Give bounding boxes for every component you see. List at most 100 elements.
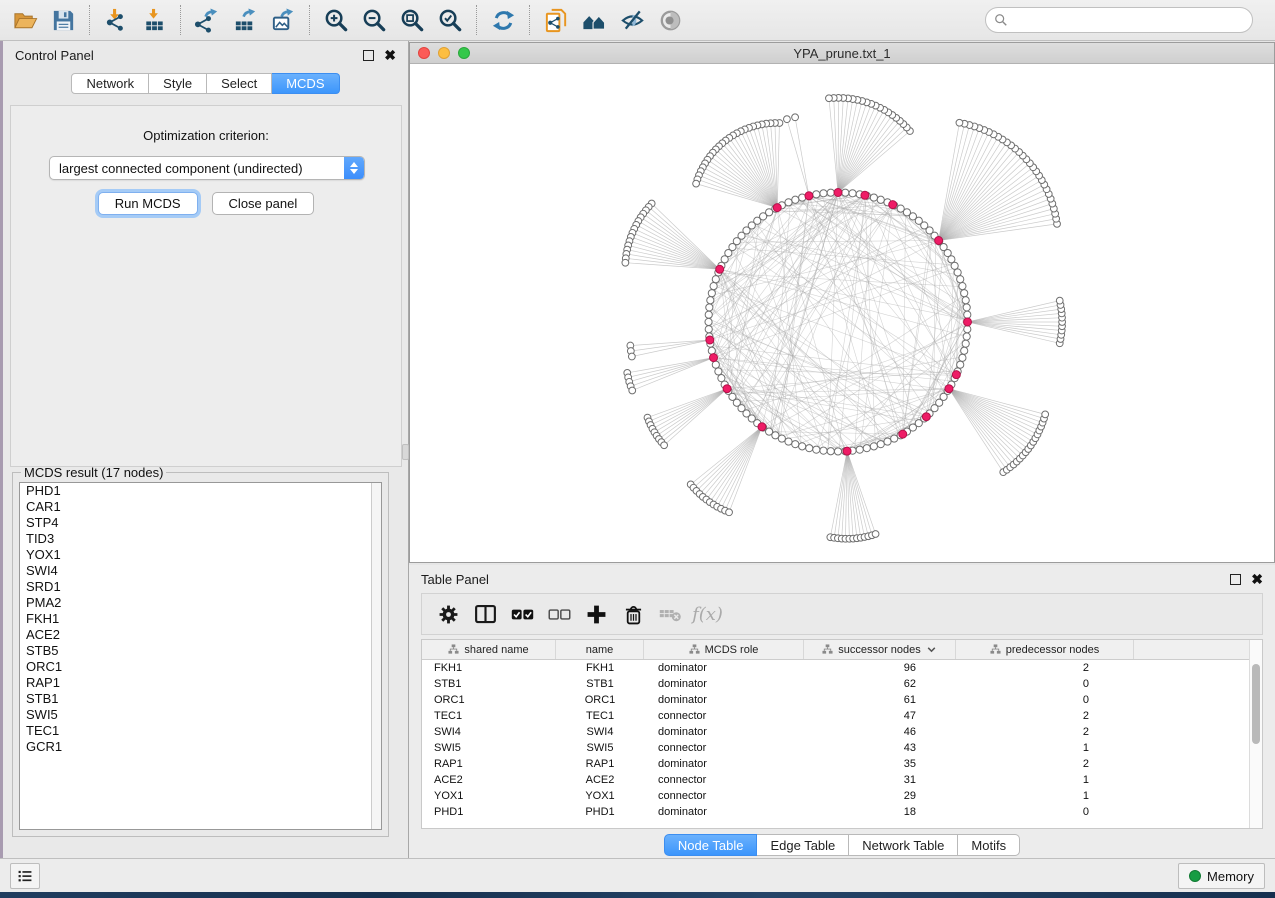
close-panel-icon[interactable]: ✖ — [384, 50, 396, 61]
network-graph — [410, 64, 1274, 562]
table-panel-title: Table Panel — [421, 572, 489, 587]
window-close-icon[interactable] — [418, 47, 430, 59]
network-window-titlebar[interactable]: YPA_prune.txt_1 — [410, 43, 1274, 64]
tab-edge-table[interactable]: Edge Table — [757, 834, 849, 856]
column-header-MCDS-role[interactable]: MCDS role — [644, 640, 804, 659]
tab-style[interactable]: Style — [149, 73, 207, 94]
window-minimize-icon[interactable] — [438, 47, 450, 59]
export-network-icon[interactable] — [188, 3, 226, 37]
tab-node-table[interactable]: Node Table — [664, 834, 758, 856]
table-row[interactable]: RAP1RAP1dominator352 — [422, 756, 1262, 772]
run-mcds-button[interactable]: Run MCDS — [98, 192, 198, 215]
table-cell: 0 — [956, 692, 1134, 708]
tab-select[interactable]: Select — [207, 73, 272, 94]
table-scrollbar-thumb[interactable] — [1252, 664, 1260, 744]
desktop-wallpaper-bottom — [0, 892, 1275, 898]
mcds-result-list[interactable]: PHD1CAR1STP4TID3YOX1SWI4SRD1PMA2FKH1ACE2… — [19, 482, 382, 830]
open-session-icon[interactable] — [6, 3, 44, 37]
table-cell: 29 — [804, 788, 956, 804]
table-panel-header: Table Panel ✖ — [409, 565, 1275, 593]
search-input[interactable] — [985, 7, 1253, 33]
apply-layout-icon[interactable] — [484, 3, 522, 37]
new-network-from-selection-icon[interactable] — [537, 3, 575, 37]
delete-columns-icon[interactable] — [615, 597, 652, 631]
table-cell: RAP1 — [422, 756, 556, 772]
mcds-node-item[interactable]: PHD1 — [20, 483, 381, 499]
mcds-node-item[interactable]: STB5 — [20, 643, 381, 659]
panel-splitter-handle[interactable] — [402, 444, 409, 460]
split-panel-icon[interactable] — [467, 597, 504, 631]
mcds-node-item[interactable]: SWI4 — [20, 563, 381, 579]
mcds-node-item[interactable]: GCR1 — [20, 739, 381, 755]
add-column-icon[interactable] — [578, 597, 615, 631]
tab-motifs[interactable]: Motifs — [958, 834, 1020, 856]
mcds-node-item[interactable]: YOX1 — [20, 547, 381, 563]
table-cell: 43 — [804, 740, 956, 756]
criterion-select[interactable]: largest connected component (undirected) — [49, 156, 365, 180]
export-image-icon[interactable] — [264, 3, 302, 37]
table-cell: 46 — [804, 724, 956, 740]
mcds-node-item[interactable]: STB1 — [20, 691, 381, 707]
table-row[interactable]: STB1STB1dominator620 — [422, 676, 1262, 692]
float-panel-icon[interactable] — [363, 50, 374, 61]
task-history-button[interactable] — [10, 863, 40, 889]
mcds-node-item[interactable]: SRD1 — [20, 579, 381, 595]
first-neighbors-icon[interactable] — [575, 3, 613, 37]
show-details-icon[interactable] — [651, 3, 689, 37]
mcds-node-item[interactable]: SWI5 — [20, 707, 381, 723]
select-all-rows-icon[interactable] — [504, 597, 541, 631]
column-settings-icon[interactable] — [430, 597, 467, 631]
table-cell: TEC1 — [422, 708, 556, 724]
import-network-file-icon[interactable] — [97, 3, 135, 37]
float-table-panel-icon[interactable] — [1230, 574, 1241, 585]
unselect-all-rows-icon[interactable] — [541, 597, 578, 631]
import-table-file-icon[interactable] — [135, 3, 173, 37]
table-cell: ACE2 — [556, 772, 644, 788]
table-cell: 96 — [804, 660, 956, 676]
table-cell: connector — [644, 788, 804, 804]
table-row[interactable]: TEC1TEC1connector472 — [422, 708, 1262, 724]
zoom-fit-icon[interactable] — [393, 3, 431, 37]
column-header-shared-name[interactable]: shared name — [422, 640, 556, 659]
table-scrollbar[interactable] — [1249, 640, 1262, 828]
column-header-name[interactable]: name — [556, 640, 644, 659]
column-header-successor-nodes[interactable]: successor nodes — [804, 640, 956, 659]
mcds-node-item[interactable]: CAR1 — [20, 499, 381, 515]
save-session-icon[interactable] — [44, 3, 82, 37]
column-header-filler — [1134, 640, 1262, 659]
close-panel-button[interactable]: Close panel — [212, 192, 315, 215]
table-row[interactable]: ACE2ACE2connector311 — [422, 772, 1262, 788]
memory-button[interactable]: Memory — [1178, 863, 1265, 889]
mcds-node-item[interactable]: TEC1 — [20, 723, 381, 739]
network-window-title: YPA_prune.txt_1 — [793, 46, 890, 61]
network-canvas[interactable] — [410, 64, 1274, 562]
close-table-panel-icon[interactable]: ✖ — [1251, 574, 1263, 585]
mcds-node-item[interactable]: ORC1 — [20, 659, 381, 675]
mcds-node-item[interactable]: FKH1 — [20, 611, 381, 627]
mcds-list-scrollbar[interactable] — [371, 483, 381, 829]
tab-mcds[interactable]: MCDS — [272, 73, 339, 94]
mcds-node-item[interactable]: TID3 — [20, 531, 381, 547]
window-maximize-icon[interactable] — [458, 47, 470, 59]
tab-network[interactable]: Network — [71, 73, 149, 94]
table-row[interactable]: ORC1ORC1dominator610 — [422, 692, 1262, 708]
table-row[interactable]: PHD1PHD1dominator180 — [422, 804, 1262, 820]
zoom-in-icon[interactable] — [317, 3, 355, 37]
mcds-node-item[interactable]: ACE2 — [20, 627, 381, 643]
zoom-selected-icon[interactable] — [431, 3, 469, 37]
table-row[interactable]: FKH1FKH1dominator962 — [422, 660, 1262, 676]
mcds-node-item[interactable]: RAP1 — [20, 675, 381, 691]
column-header-predecessor-nodes[interactable]: predecessor nodes — [956, 640, 1134, 659]
mcds-node-item[interactable]: PMA2 — [20, 595, 381, 611]
mcds-tab-content: Optimization criterion: largest connecte… — [10, 105, 402, 467]
mcds-node-item[interactable]: STP4 — [20, 515, 381, 531]
export-table-icon[interactable] — [226, 3, 264, 37]
table-row[interactable]: YOX1YOX1connector291 — [422, 788, 1262, 804]
hide-details-icon[interactable] — [613, 3, 651, 37]
table-cell: 0 — [956, 804, 1134, 820]
tab-network-table[interactable]: Network Table — [849, 834, 958, 856]
zoom-out-icon[interactable] — [355, 3, 393, 37]
memory-label: Memory — [1207, 869, 1254, 884]
table-row[interactable]: SWI5SWI5connector431 — [422, 740, 1262, 756]
table-row[interactable]: SWI4SWI4dominator462 — [422, 724, 1262, 740]
